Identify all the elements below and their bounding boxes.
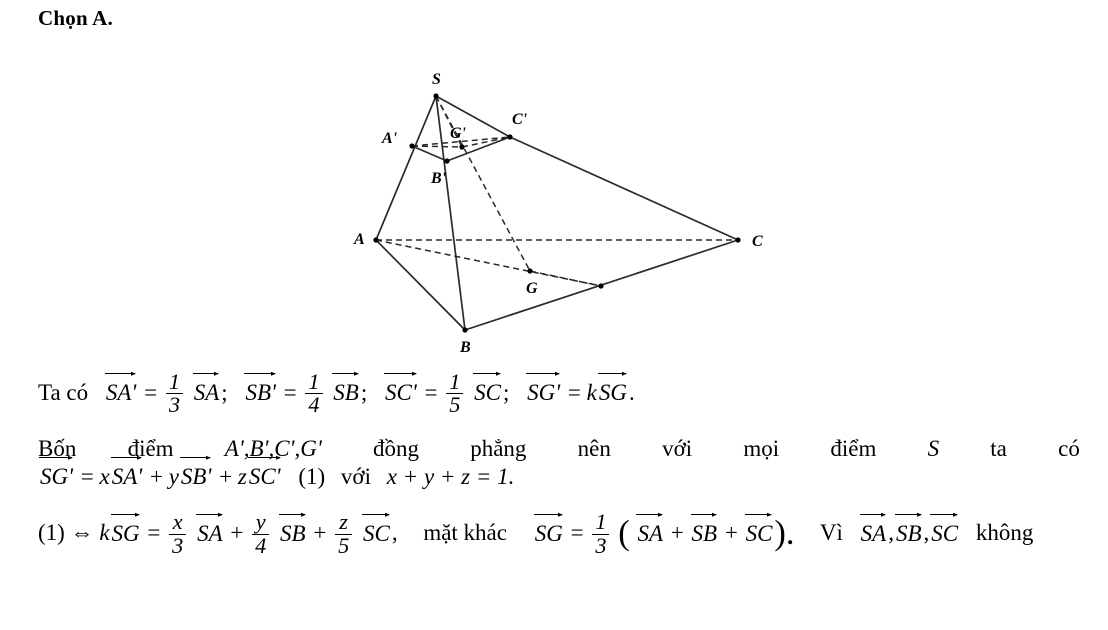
vector-sb-3: SB (690, 513, 718, 546)
period-1: . (629, 380, 635, 406)
condition-xyz: x + y + z = 1. (386, 464, 515, 489)
fraction-one-fifth: 1 5 (446, 370, 464, 417)
vector-sc-prime-2: SC' (247, 456, 281, 489)
math-line-3: SG' = xSA' + ySB' + zSC' (1) với x + y +… (39, 456, 515, 489)
word-khong: không (975, 520, 1034, 546)
word-dong: đồng (372, 436, 419, 461)
vector-sa-prime-2: SA' (110, 456, 143, 489)
word-ta: ta (990, 436, 1007, 461)
sep-3: ; (503, 380, 510, 406)
coef-y: y (168, 464, 179, 489)
edge-A-B (375, 239, 466, 331)
fraction-y-over-4: y 4 (252, 511, 270, 557)
vector-sg-prime: SG' (526, 373, 561, 406)
basis-vector-sa: SA (859, 513, 887, 546)
point-s: S (927, 436, 940, 461)
line1-lead: Ta có (38, 380, 89, 406)
vector-sg-2: SG (110, 513, 140, 546)
vertex-dot-A (373, 237, 379, 243)
word-nen: nên (577, 436, 611, 461)
coef-z: z (237, 464, 247, 489)
iff-symbol: ⇔ (70, 520, 94, 546)
vector-sc-3: SC (744, 513, 773, 546)
math-line-1: Ta có SA' = 1 3 SA; SB' = 1 4 SB; SC' = … (38, 369, 635, 418)
fraction-x-over-3: x 3 (169, 511, 187, 557)
vertex-dot-A-prime (409, 143, 415, 149)
equation-tag-1: (1) (298, 464, 326, 489)
basis-vector-sb: SB (894, 513, 922, 546)
word-phang: phẳng (470, 436, 527, 461)
fraction-one-third: 1 3 (165, 370, 183, 417)
word-voi: với (662, 436, 693, 461)
fraction-one-third-2: 1 3 (592, 511, 610, 557)
vertex-label-C-prime: C' (512, 111, 528, 128)
vector-sb-2: SB (279, 513, 306, 546)
vector-sc: SC (473, 373, 501, 406)
edge-S-A (375, 95, 437, 241)
vertex-label-B-prime: B' (430, 170, 447, 187)
vector-sa-2: SA (196, 513, 223, 546)
figure-canvas: S A B C A' B' C' G' G (353, 71, 763, 356)
word-co: có (1058, 436, 1080, 461)
vertex-label-A: A (353, 231, 365, 248)
math-line-4: (1) ⇔ kSG = x 3 SA + y 4 SB + z 5 SC, mặ… (38, 509, 1034, 558)
vertex-dot-C-prime (507, 134, 513, 140)
vector-sg-3: SG (533, 513, 563, 546)
vector-sb-prime-2: SB' (179, 456, 212, 489)
geometry-figure: S A B C A' B' C' G' G (0, 60, 1108, 370)
vector-sg: SG (597, 373, 627, 406)
dashed-edge-Ap-Gp (411, 145, 463, 148)
vertex-label-B: B (459, 339, 471, 356)
vector-sa: SA (192, 373, 220, 406)
vertex-dot-B-prime (444, 158, 450, 164)
vertex-dot-B (462, 327, 468, 333)
phrase-mat-khac: mặt khác (423, 520, 507, 546)
vertex-dot-S (433, 93, 439, 99)
sep-2: ; (360, 380, 368, 406)
edge-Cp-C (509, 136, 739, 241)
comma-1: , (391, 520, 398, 546)
vertex-label-G: G (526, 280, 538, 297)
vertex-dot-G-prime (459, 144, 465, 150)
vertex-label-G-prime: G' (450, 125, 467, 142)
coefficient-k: k (586, 380, 597, 406)
vector-sc-prime: SC' (384, 373, 417, 406)
vector-sb-prime: SB' (244, 373, 276, 406)
vertex-dot-G (527, 268, 533, 274)
open-paren: ( (618, 514, 630, 553)
coef-x: x (99, 464, 110, 489)
page-title: Chọn A. (38, 6, 113, 30)
vertex-dot-M (598, 283, 604, 289)
fraction-z-over-5: z 5 (335, 511, 353, 557)
vector-sc-2: SC (361, 513, 390, 546)
word-diem-2: điểm (830, 436, 877, 461)
basis-vector-sc: SC (930, 513, 959, 546)
close-paren: ). (774, 514, 795, 553)
vector-sa-prime: SA' (104, 373, 137, 406)
dashed-edge-A-M (375, 239, 602, 287)
vertex-label-C: C (752, 233, 763, 250)
fraction-one-fourth: 1 4 (305, 370, 323, 417)
solution-body: Ta có SA' = 1 3 SA; SB' = 1 4 SB; SC' = … (38, 369, 1080, 558)
coef-k-2: k (99, 520, 110, 546)
vertex-label-A-prime: A' (381, 130, 398, 147)
sep-1: ; (221, 380, 228, 406)
word-vi: Vì (819, 520, 843, 546)
word-voi-2: với (340, 464, 371, 489)
word-moi: mọi (743, 436, 780, 461)
vertex-dot-C (735, 237, 741, 243)
vector-sb: SB (332, 373, 359, 406)
vector-sa-3: SA (636, 513, 664, 546)
vector-sg-prime-2: SG' (39, 456, 74, 489)
vertex-label-S: S (432, 71, 441, 88)
equation-tag-1-ref: (1) (38, 520, 65, 546)
